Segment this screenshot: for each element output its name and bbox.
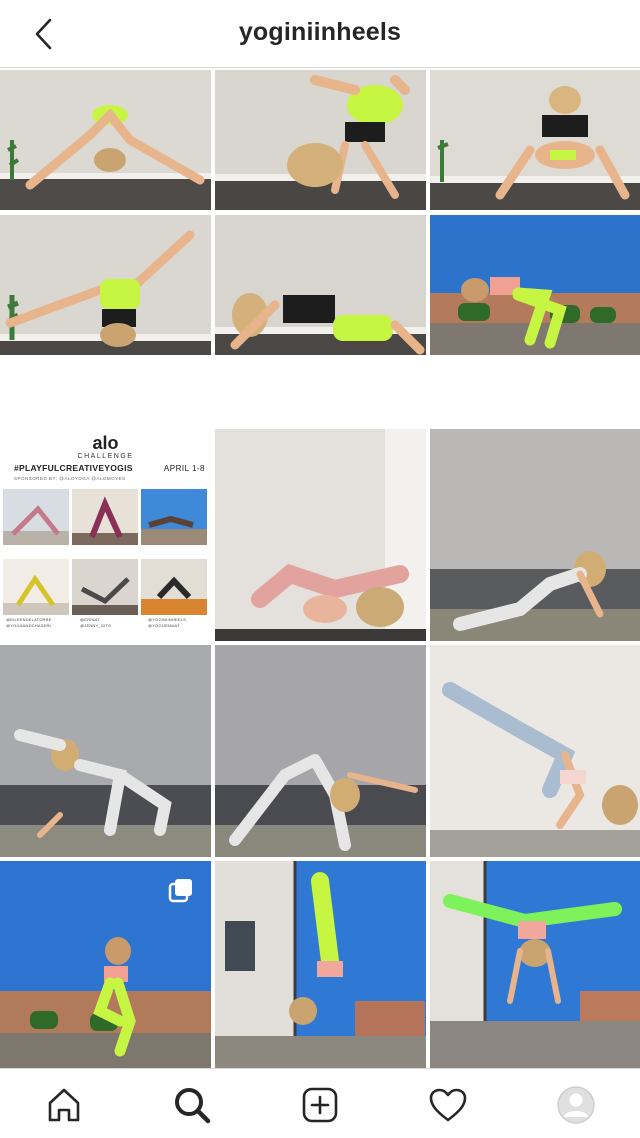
nav-profile[interactable] — [554, 1083, 598, 1127]
promo-thumb — [72, 559, 138, 615]
top-bar: yoginiinheels — [0, 0, 640, 68]
promo-handle: @JENNY_GITO — [80, 623, 112, 628]
post-image — [430, 861, 640, 1073]
promo-handle: @YOGINIINHEELS — [148, 617, 186, 622]
promo-thumb — [72, 489, 138, 545]
post-thumbnail[interactable] — [215, 645, 426, 857]
post-image — [215, 70, 426, 210]
post-thumbnail[interactable] — [0, 861, 211, 1073]
promo-dates: APRIL 1-8 — [163, 464, 205, 473]
promo-thumb-image — [3, 489, 69, 545]
new-post-icon — [302, 1087, 338, 1123]
alo-logo: alo — [92, 433, 119, 453]
post-thumbnail[interactable] — [215, 861, 426, 1073]
post-thumbnail[interactable] — [0, 215, 211, 355]
promo-thumb — [141, 559, 207, 615]
post-thumbnail[interactable] — [0, 645, 211, 857]
nav-activity[interactable] — [426, 1083, 470, 1127]
promo-thumb — [141, 489, 207, 545]
post-thumbnail[interactable] — [0, 70, 211, 210]
promo-thumb-image — [141, 489, 207, 545]
challenge-promo-post[interactable]: alo CHALLENGE #PLAYFULCREATIVEYOGIS APRI… — [0, 429, 211, 641]
post-image — [430, 215, 640, 355]
nav-new-post[interactable] — [298, 1083, 342, 1127]
promo-handle: @YOGIJEMAAT — [148, 623, 180, 628]
post-thumbnail[interactable] — [430, 645, 640, 857]
post-image — [215, 215, 426, 355]
bottom-navigation — [0, 1068, 640, 1138]
promo-challenge-label: CHALLENGE — [77, 453, 134, 460]
promo-thumb-image — [72, 559, 138, 615]
post-thumbnail[interactable] — [215, 70, 426, 210]
post-thumbnail[interactable] — [215, 429, 426, 641]
post-image — [0, 70, 211, 210]
post-thumbnail[interactable] — [215, 215, 426, 355]
promo-handle: @EILEENDELATORRE — [6, 617, 52, 622]
post-image — [215, 861, 426, 1073]
promo-thumb — [3, 559, 69, 615]
post-thumbnail[interactable] — [430, 429, 640, 641]
nav-search[interactable] — [170, 1083, 214, 1127]
promo-sponsor: SPONSORED BY: @ALOYOGA @ALOMOVES — [14, 476, 126, 481]
post-image — [0, 645, 211, 857]
promo-thumb — [3, 489, 69, 545]
post-image — [0, 215, 211, 355]
post-thumbnail[interactable] — [430, 70, 640, 210]
profile-avatar-icon — [557, 1086, 595, 1124]
promo-hashtag: #PLAYFULCREATIVEYOGIS — [14, 463, 133, 473]
promo-thumb-image — [141, 559, 207, 615]
home-icon — [48, 1088, 80, 1122]
activity-heart-icon — [429, 1088, 467, 1122]
post-image — [215, 645, 426, 857]
post-image — [430, 429, 640, 641]
post-thumbnail[interactable] — [430, 215, 640, 355]
promo-handle: @ERINAT — [80, 617, 100, 622]
promo-thumb-image — [3, 559, 69, 615]
promo-handle: @YOGAANDCHASERL — [6, 623, 52, 628]
nav-home[interactable] — [42, 1083, 86, 1127]
post-image — [430, 645, 640, 857]
search-icon — [175, 1088, 211, 1124]
multiple-photos-icon — [168, 879, 192, 903]
post-image — [215, 429, 426, 641]
post-thumbnail[interactable] — [430, 861, 640, 1073]
promo-thumb-image — [72, 489, 138, 545]
profile-username: yoginiinheels — [238, 18, 402, 46]
post-image — [430, 70, 640, 210]
